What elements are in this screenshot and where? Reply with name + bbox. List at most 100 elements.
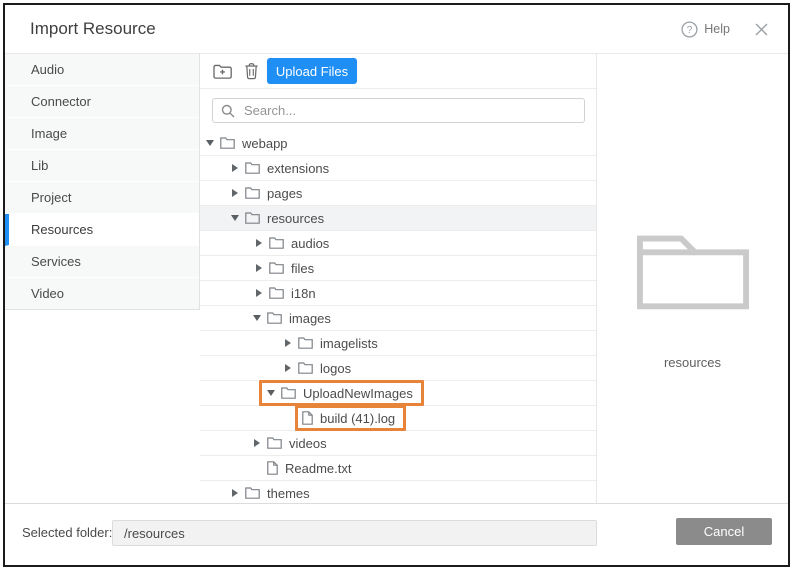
caret-collapsed-icon[interactable]: [283, 339, 292, 347]
tree-row-content: imagelists: [276, 330, 389, 356]
tree-row-images[interactable]: images: [200, 306, 596, 331]
caret-collapsed-icon[interactable]: [252, 439, 261, 447]
tree-row-imagelists[interactable]: imagelists: [200, 331, 596, 356]
caret-expanded-icon[interactable]: [266, 390, 275, 396]
tree-item-label: videos: [289, 436, 327, 451]
tree-row-content: themes: [223, 480, 321, 503]
tree-item-label: themes: [267, 486, 310, 501]
caret-collapsed-icon[interactable]: [230, 189, 239, 197]
folder-icon: [245, 487, 260, 499]
caret-collapsed-icon[interactable]: [230, 164, 239, 172]
caret-collapsed-icon[interactable]: [230, 489, 239, 497]
sidebar-item-label: Image: [31, 126, 67, 141]
sidebar-item-label: Lib: [31, 158, 48, 173]
tree-item-label: webapp: [242, 136, 288, 151]
tree-row-content: resources: [223, 205, 335, 231]
upload-files-button[interactable]: Upload Files: [267, 58, 357, 84]
cancel-button[interactable]: Cancel: [676, 518, 772, 545]
caret-expanded-icon[interactable]: [252, 315, 261, 321]
preview-folder-label: resources: [664, 355, 721, 370]
caret-collapsed-icon[interactable]: [254, 264, 263, 272]
sidebar-item-services[interactable]: Services: [5, 246, 199, 278]
tree-row-content: extensions: [223, 155, 340, 181]
tree-item-label: UploadNewImages: [303, 386, 413, 401]
tree-item-label: images: [289, 311, 331, 326]
tree-item-label: resources: [267, 211, 324, 226]
file-icon: [267, 461, 278, 475]
caret-expanded-icon[interactable]: [205, 140, 214, 146]
sidebar: Audio Connector Image Lib Project Resources Se…: [5, 54, 200, 310]
tree-row-extensions[interactable]: extensions: [200, 156, 596, 181]
folder-icon: [267, 437, 282, 449]
sidebar-item-audio[interactable]: Audio: [5, 54, 199, 86]
tree-row-resources[interactable]: resources: [200, 206, 596, 231]
search-input[interactable]: [242, 102, 576, 119]
folder-icon: [245, 212, 260, 224]
folder-icon: [245, 187, 260, 199]
sidebar-item-label: Video: [31, 286, 64, 301]
folder-icon: [267, 312, 282, 324]
caret-collapsed-icon[interactable]: [254, 239, 263, 247]
tree-row-webapp[interactable]: webapp: [200, 131, 596, 156]
selected-folder-label: Selected folder:: [22, 525, 112, 540]
help-button[interactable]: ? Help: [681, 21, 730, 38]
tree-row-i18n[interactable]: i18n: [200, 281, 596, 306]
delete-button[interactable]: [240, 61, 262, 81]
caret-collapsed-icon[interactable]: [254, 289, 263, 297]
file-icon: [302, 411, 313, 425]
folder-icon: [245, 162, 260, 174]
dialog-header: Import Resource ? Help: [5, 5, 788, 54]
sidebar-item-resources[interactable]: Resources: [5, 214, 199, 246]
sidebar-item-label: Resources: [31, 222, 93, 237]
caret-expanded-icon[interactable]: [230, 215, 239, 221]
tree-row-videos[interactable]: videos: [200, 431, 596, 456]
search-icon: [221, 104, 235, 118]
tree-row-readme-txt[interactable]: Readme.txt: [200, 456, 596, 481]
annotation-highlight-box: UploadNewImages: [259, 380, 424, 406]
tree-row-content: i18n: [247, 280, 327, 306]
tree-item-label: Readme.txt: [285, 461, 351, 476]
sidebar-item-video[interactable]: Video: [5, 278, 199, 309]
tree-row-content: Readme.txt: [260, 455, 362, 481]
tree-row-content: audios: [247, 230, 340, 256]
tree-row-content: pages: [223, 180, 313, 206]
folder-icon: [298, 362, 313, 374]
file-tree-panel: Upload Files webapp extensions pages resour…: [200, 54, 597, 503]
folder-icon: [269, 287, 284, 299]
tree-item-label: extensions: [267, 161, 329, 176]
sidebar-item-connector[interactable]: Connector: [5, 86, 199, 118]
sidebar-item-label: Project: [31, 190, 71, 205]
tree-row-themes[interactable]: themes: [200, 481, 596, 503]
tree-row-content: webapp: [200, 131, 299, 156]
new-folder-button[interactable]: [211, 61, 233, 81]
folder-icon: [281, 387, 296, 399]
tree-row-files[interactable]: files: [200, 256, 596, 281]
caret-collapsed-icon[interactable]: [283, 364, 292, 372]
import-resource-dialog: Import Resource ? Help Audi: [3, 3, 790, 567]
tree-row-content: videos: [245, 430, 338, 456]
selected-folder-input[interactable]: [112, 520, 597, 546]
tree-row-audios[interactable]: audios: [200, 231, 596, 256]
tree-row-build-41-log[interactable]: build (41).log: [200, 406, 596, 431]
tree-item-label: audios: [291, 236, 329, 251]
tree-row-content: logos: [276, 355, 362, 381]
tree-item-label: pages: [267, 186, 302, 201]
sidebar-item-lib[interactable]: Lib: [5, 150, 199, 182]
tree-item-label: files: [291, 261, 314, 276]
tree-row-pages[interactable]: pages: [200, 181, 596, 206]
folder-icon: [269, 237, 284, 249]
tree-row-uploadnewimages[interactable]: UploadNewImages: [200, 381, 596, 406]
folder-icon: [220, 137, 235, 149]
folder-preview-icon: [636, 226, 750, 313]
sidebar-item-label: Services: [31, 254, 81, 269]
tree-row-logos[interactable]: logos: [200, 356, 596, 381]
sidebar-item-image[interactable]: Image: [5, 118, 199, 150]
svg-text:?: ?: [687, 25, 693, 36]
tree-item-label: build (41).log: [320, 411, 395, 426]
close-button[interactable]: [753, 21, 770, 38]
tree-item-label: logos: [320, 361, 351, 376]
sidebar-item-label: Audio: [31, 62, 64, 77]
dialog-footer: Selected folder: Cancel: [5, 503, 788, 561]
tree-item-label: imagelists: [320, 336, 378, 351]
sidebar-item-project[interactable]: Project: [5, 182, 199, 214]
